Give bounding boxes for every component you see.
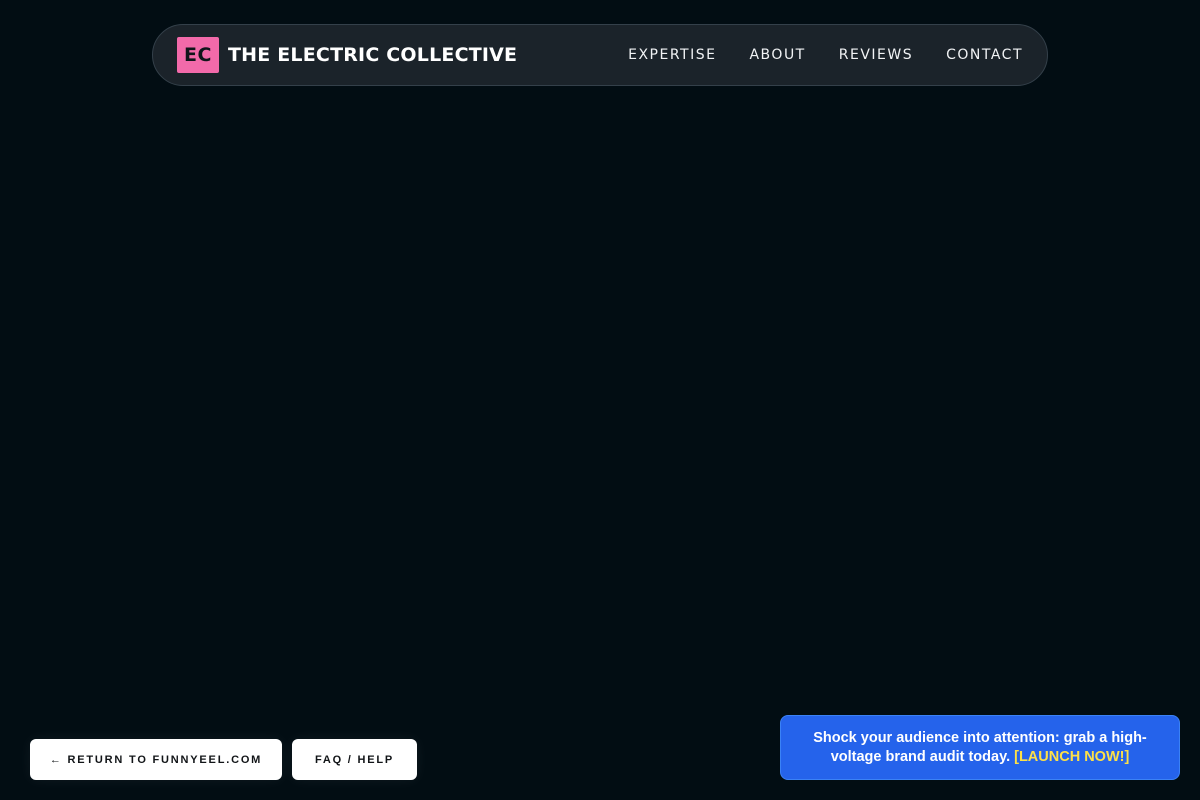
nav-link-reviews[interactable]: REVIEWS [839, 47, 913, 63]
promo-text: Shock your audience into attention: grab… [811, 729, 1149, 767]
brand-badge: EC [177, 37, 219, 73]
faq-help-button[interactable]: FAQ / HELP [292, 739, 417, 780]
nav-link-about[interactable]: ABOUT [749, 47, 805, 63]
page: EC THE ELECTRIC COLLECTIVE EXPERTISE ABO… [0, 0, 1200, 800]
promo-banner: Shock your audience into attention: grab… [780, 715, 1180, 780]
promo-launch-link[interactable]: [LAUNCH NOW!] [1014, 749, 1129, 765]
brand-name: THE ELECTRIC COLLECTIVE [228, 44, 518, 66]
top-navbar: EC THE ELECTRIC COLLECTIVE EXPERTISE ABO… [152, 24, 1048, 86]
nav-link-contact[interactable]: CONTACT [946, 47, 1023, 63]
brand-logo-link[interactable]: EC THE ELECTRIC COLLECTIVE [177, 37, 517, 73]
main-nav: EXPERTISE ABOUT REVIEWS CONTACT [628, 47, 1023, 63]
return-to-funnyeel-button[interactable]: ← RETURN TO FUNNYEEL.COM [30, 739, 282, 780]
nav-link-expertise[interactable]: EXPERTISE [628, 47, 716, 63]
